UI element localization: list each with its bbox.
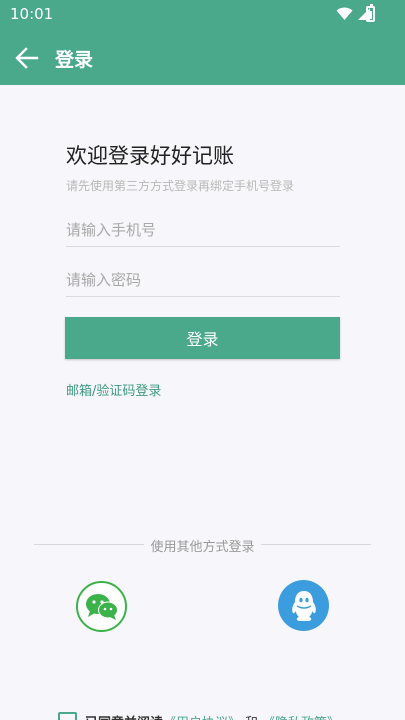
back-button[interactable]: [12, 44, 42, 72]
password-input[interactable]: [66, 263, 340, 297]
agreement-separator: 和: [245, 712, 258, 720]
welcome-heading: 欢迎登录好好记账: [66, 144, 234, 168]
battery-icon: [366, 4, 375, 22]
login-hint: 请先使用第三方方式登录再绑定手机号登录: [66, 179, 295, 193]
terms-link[interactable]: 《用户协议》: [163, 712, 241, 720]
agreement-row: 已同意并阅读 《用户协议》 和 《隐私政策》: [58, 712, 340, 720]
wechat-login-button[interactable]: [76, 581, 127, 632]
wechat-icon: [85, 593, 118, 620]
other-login-label: 使用其他方式登录: [150, 540, 255, 555]
email-code-login-link[interactable]: 邮箱/验证码登录: [66, 380, 161, 399]
login-button[interactable]: 登录: [65, 317, 340, 359]
qq-login-button[interactable]: [278, 580, 329, 631]
status-time: 10:01: [10, 5, 54, 23]
wifi-icon: [336, 7, 353, 20]
phone-input[interactable]: [66, 213, 340, 247]
agreement-prefix: 已同意并阅读: [85, 712, 163, 720]
privacy-link[interactable]: 《隐私政策》: [262, 712, 340, 720]
arrow-left-icon: [15, 47, 39, 69]
agreement-checkbox[interactable]: [58, 712, 77, 720]
divider-left: [34, 544, 144, 545]
divider-right: [261, 544, 371, 545]
toolbar: 登录: [0, 30, 405, 85]
qq-icon: [291, 590, 316, 621]
status-bar: 10:01: [0, 0, 405, 30]
page-title: 登录: [55, 49, 94, 71]
